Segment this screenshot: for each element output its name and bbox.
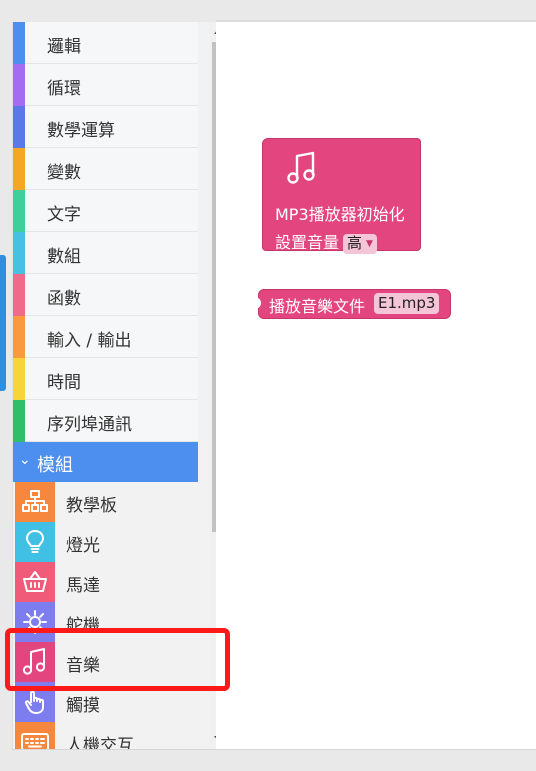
block-workspace[interactable] bbox=[216, 22, 536, 749]
volume-row: 設置音量高 ▼ bbox=[275, 229, 377, 254]
module-items: 教學板 燈光 馬達 舵機 音樂 觸摸 人機交互 bbox=[13, 482, 198, 749]
volume-dropdown[interactable]: 高 ▼ bbox=[343, 234, 377, 254]
category-color-stripe bbox=[13, 274, 25, 316]
highlight-box-music bbox=[5, 628, 230, 691]
category-label: 變數 bbox=[47, 163, 81, 183]
category-item[interactable]: 數學運算 bbox=[13, 106, 198, 148]
chevron-down-icon: ⌄ bbox=[19, 452, 31, 468]
category-label: 時間 bbox=[47, 373, 81, 393]
category-item[interactable]: 數組 bbox=[13, 232, 198, 274]
music-file-field[interactable]: E1.mp3 bbox=[374, 293, 440, 314]
category-item[interactable]: 循環 bbox=[13, 64, 198, 106]
module-label: 人機交互 bbox=[66, 736, 134, 749]
play-music-file-block[interactable]: 播放音樂文件 E1.mp3 bbox=[258, 289, 451, 319]
category-item[interactable]: 時間 bbox=[13, 358, 198, 400]
mp3-init-block[interactable]: MP3播放器初始化 設置音量高 ▼ bbox=[262, 138, 421, 254]
category-item[interactable]: 函數 bbox=[13, 274, 198, 316]
category-label: 函數 bbox=[47, 289, 81, 309]
category-item[interactable]: 序列埠通訊 bbox=[13, 400, 198, 442]
module-item[interactable]: 馬達 bbox=[13, 562, 198, 602]
module-label: 馬達 bbox=[66, 576, 100, 596]
blockly-editor: 邏輯循環數學運算變數文字數組函數輸入 / 輸出 時間序列埠通訊 ⌄ 模組 教學板燈… bbox=[0, 0, 536, 771]
play-block-label: 播放音樂文件 bbox=[269, 297, 366, 316]
category-label: 數學運算 bbox=[47, 121, 115, 141]
category-color-stripe bbox=[13, 106, 25, 148]
module-item[interactable]: 教學板 bbox=[13, 482, 198, 522]
basket-icon bbox=[15, 562, 55, 602]
category-color-stripe bbox=[13, 358, 25, 400]
category-color-stripe bbox=[13, 232, 25, 274]
category-item[interactable]: 邏輯 bbox=[13, 22, 198, 64]
category-color-stripe bbox=[13, 190, 25, 232]
module-category-header[interactable]: ⌄ 模組 bbox=[13, 442, 198, 482]
module-item[interactable]: 人機交互 bbox=[13, 722, 198, 749]
bulb-icon bbox=[15, 522, 55, 562]
category-label: 序列埠通訊 bbox=[47, 415, 132, 435]
board-icon bbox=[15, 482, 55, 522]
bottom-border bbox=[12, 749, 536, 771]
module-label: 燈光 bbox=[66, 536, 100, 556]
category-label: 循環 bbox=[47, 79, 81, 99]
category-label: 數組 bbox=[47, 247, 81, 267]
module-label: 教學板 bbox=[66, 496, 117, 516]
category-color-stripe bbox=[13, 400, 25, 442]
mp3-init-title: MP3播放器初始化 bbox=[275, 205, 405, 224]
dropdown-arrow-icon: ▼ bbox=[366, 239, 373, 249]
category-label: 輸入 / 輸出 bbox=[47, 331, 132, 351]
module-item[interactable]: 燈光 bbox=[13, 522, 198, 562]
volume-value: 高 bbox=[347, 234, 363, 252]
module-header-label: 模組 bbox=[37, 455, 73, 476]
category-color-stripe bbox=[13, 22, 25, 64]
category-color-stripe bbox=[13, 316, 25, 358]
category-items: 邏輯循環數學運算變數文字數組函數輸入 / 輸出 時間序列埠通訊 bbox=[13, 22, 198, 442]
module-label: 觸摸 bbox=[66, 696, 100, 716]
category-item[interactable]: 變數 bbox=[13, 148, 198, 190]
category-color-stripe bbox=[13, 148, 25, 190]
category-label: 文字 bbox=[47, 205, 81, 225]
category-color-stripe bbox=[13, 64, 25, 106]
category-item[interactable]: 輸入 / 輸出 bbox=[13, 316, 198, 358]
music-note-icon bbox=[287, 151, 315, 184]
keyboard-icon bbox=[15, 722, 55, 749]
left-edge-accent bbox=[0, 255, 6, 391]
volume-label: 設置音量 bbox=[275, 233, 340, 252]
category-item[interactable]: 文字 bbox=[13, 190, 198, 232]
category-label: 邏輯 bbox=[47, 37, 81, 57]
